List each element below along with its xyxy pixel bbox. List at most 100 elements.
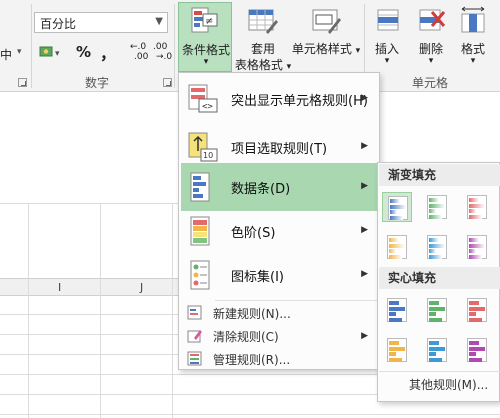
swatch-bar — [429, 238, 439, 242]
swatch-bar — [429, 301, 439, 305]
menu-item-icon-sets[interactable]: 图标集(I) ▶ — [181, 251, 378, 299]
solid-data-bar-swatch[interactable] — [382, 335, 412, 365]
menu-item-label: 突出显示单元格规则(H) — [231, 93, 368, 109]
swatch-bar — [429, 203, 445, 208]
format-as-table-button[interactable]: 套用 表格格式 ▾ — [234, 2, 292, 72]
format-cells-button[interactable]: 格式 ▾ — [452, 2, 494, 72]
menu-item-clear-rules[interactable]: 清除规则(C) ▶ — [181, 324, 378, 348]
swatch-bar — [429, 352, 436, 356]
gradient-data-bar-swatch[interactable] — [422, 192, 452, 222]
clear-rules-icon — [187, 328, 203, 344]
group-divider — [31, 4, 32, 88]
swatch-bar — [389, 301, 399, 305]
swatch-cells — [388, 196, 408, 220]
solid-data-bar-swatch[interactable] — [462, 335, 492, 365]
column-header-j[interactable]: J — [140, 281, 143, 294]
submenu-arrow-icon: ▶ — [361, 141, 368, 151]
menu-item-color-scales[interactable]: 色阶(S) ▶ — [181, 207, 378, 255]
swatch-cells — [427, 298, 447, 322]
number-launcher-icon[interactable] — [163, 78, 172, 87]
swatch-bar — [469, 254, 482, 259]
swatch-bar — [390, 204, 406, 209]
swatch-bar — [389, 238, 399, 242]
menu-item-label: 项目选取规则(T) — [231, 141, 328, 157]
swatch-bar — [389, 357, 402, 362]
data-bars-submenu: 渐变填充 实心填充 其他规则(M)... — [377, 162, 500, 402]
gradient-data-bar-swatch[interactable] — [462, 192, 492, 222]
swatch-bar — [429, 254, 442, 259]
solid-data-bar-swatch[interactable] — [422, 335, 452, 365]
cells-group-label: 单元格 — [412, 76, 449, 90]
chevron-down-icon: ▾ — [384, 56, 390, 66]
decrease-decimal-icon-bottom: →.0 — [156, 52, 173, 62]
number-group-label: 数字 — [85, 76, 110, 90]
menu-item-label: 图标集(I) — [231, 269, 284, 285]
gradient-fill-heading: 渐变填充 — [379, 164, 500, 186]
swatch-bar — [389, 312, 396, 316]
insert-cells-button[interactable]: 插入 ▾ — [366, 2, 408, 72]
solid-fill-heading: 实心填充 — [379, 267, 500, 289]
submenu-arrow-icon: ▶ — [361, 331, 368, 341]
alignment-launcher-icon[interactable] — [18, 78, 27, 87]
percent-style-button[interactable]: % — [76, 43, 91, 61]
insert-cells-icon — [374, 6, 402, 37]
format-cells-icon — [458, 6, 488, 37]
increase-decimal-button[interactable]: ←.0 .00 — [130, 42, 152, 64]
swatch-bar — [469, 249, 476, 253]
swatch-bar — [389, 306, 405, 311]
swatch-bar — [469, 312, 476, 316]
solid-data-bar-swatch[interactable] — [382, 295, 412, 325]
solid-data-bar-swatch[interactable] — [462, 295, 492, 325]
conditional-format-menu: <> 突出显示单元格规则(H) ▶ 10 项目选取规则(T) ▶ 数据条(D) … — [178, 72, 380, 370]
swatch-cells — [387, 235, 407, 259]
gradient-data-bar-swatch[interactable] — [462, 232, 492, 262]
chevron-down-icon: ▾ — [203, 57, 209, 67]
swatch-cells — [387, 338, 407, 362]
menu-item-highlight-rules[interactable]: <> 突出显示单元格规则(H) ▶ — [181, 75, 378, 123]
decrease-decimal-icon-top: .00 — [153, 42, 168, 52]
menu-item-label: 管理规则(R)... — [213, 352, 291, 367]
menu-item-data-bars[interactable]: 数据条(D) ▶ — [181, 163, 378, 211]
decrease-decimal-button[interactable]: .00 →.0 — [153, 42, 175, 64]
column-header-i[interactable]: I — [58, 281, 61, 294]
swatch-bar — [429, 249, 436, 253]
accounting-format-button[interactable]: ▾ — [38, 42, 64, 62]
gradient-data-bar-swatch[interactable] — [382, 232, 412, 262]
swatch-bar — [389, 352, 396, 356]
number-format-value: 百分比 — [40, 17, 77, 31]
menu-item-label: 清除规则(C) — [213, 329, 279, 344]
number-format-select[interactable]: 百分比 ▼ — [34, 12, 168, 33]
swatch-bar — [390, 215, 403, 220]
insert-label: 插入 — [374, 42, 399, 56]
top-bottom-rules-icon: 10 — [187, 131, 219, 163]
cell-styles-label-text: 单元格样式 — [291, 42, 352, 56]
format-as-table-label-1: 套用 — [250, 42, 275, 56]
top-bottom-rules-icon-number: 10 — [203, 151, 214, 160]
conditional-format-button[interactable]: ≠ 条件格式 ▾ — [178, 2, 232, 72]
comma-style-button[interactable]: ， — [100, 40, 116, 64]
chevron-down-icon[interactable]: ▾ — [17, 47, 22, 57]
delete-cells-button[interactable]: 删除 ▾ — [410, 2, 452, 72]
swatch-cells — [467, 338, 487, 362]
swatch-bar — [429, 346, 445, 351]
gradient-data-bar-swatch[interactable] — [382, 192, 412, 222]
menu-item-manage-rules[interactable]: 管理规则(R)... — [181, 347, 378, 371]
menu-divider — [379, 371, 500, 372]
menu-item-new-rule[interactable]: 新建规则(N)... — [181, 301, 378, 325]
swatch-bar — [469, 357, 482, 362]
swatch-bar — [389, 254, 402, 259]
cell-styles-label: 单元格样式 ▾ — [290, 40, 362, 57]
grid-line — [0, 414, 500, 415]
solid-data-bar-swatch[interactable] — [422, 295, 452, 325]
swatch-cells — [467, 298, 487, 322]
swatch-bar — [429, 243, 445, 248]
cell-styles-button[interactable]: 单元格样式 ▾ — [292, 2, 360, 72]
data-bars-icon — [187, 171, 219, 203]
grid-line — [172, 204, 173, 418]
swatch-cells — [427, 195, 447, 219]
swatch-bar — [389, 243, 405, 248]
chevron-down-icon[interactable]: ▼ — [155, 16, 163, 27]
gradient-data-bar-swatch[interactable] — [422, 232, 452, 262]
submenu-arrow-icon: ▶ — [361, 225, 368, 235]
more-rules-button[interactable]: 其他规则(M)... — [379, 374, 500, 396]
